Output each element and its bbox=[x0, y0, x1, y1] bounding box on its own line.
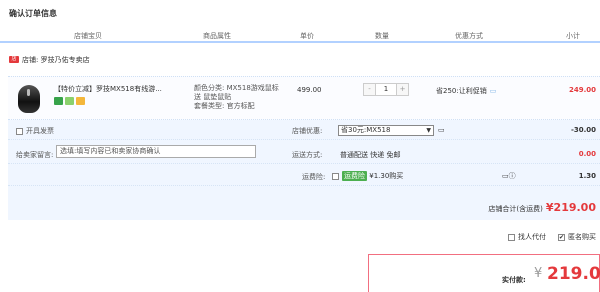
shipping-label: 运送方式: bbox=[292, 151, 323, 159]
message-input[interactable]: 选填:填写内容已和卖家协商确认 bbox=[56, 145, 256, 158]
payment-summary: 实付款: ¥ 219.00 bbox=[368, 254, 600, 292]
shop-icon: 店 bbox=[9, 56, 19, 63]
attr-color: 颜色分类: MX518游戏鼠标 送 鼠垫鼠贴 bbox=[194, 84, 279, 101]
chevron-down-icon: ▼ bbox=[426, 127, 431, 134]
insurance-row: 运费险: 运费险 ¥1.30购买 ▭ⓘ 1.30 bbox=[8, 164, 600, 186]
invoice-checkbox[interactable] bbox=[16, 127, 23, 135]
table-header: 店铺宝贝 商品属性 单价 数量 优惠方式 小计 bbox=[0, 28, 600, 43]
anonymous-option[interactable]: ✔ 匿名购买 bbox=[558, 232, 596, 242]
guarantee-icon bbox=[54, 97, 63, 105]
quantity-stepper[interactable]: - 1 + bbox=[363, 83, 409, 96]
col-attrs: 商品属性 bbox=[203, 32, 231, 40]
col-price: 单价 bbox=[300, 32, 314, 40]
discount-row: 开具发票 店铺优惠: 省30元:MX518 ▼ ▭ -30.00 bbox=[8, 120, 600, 140]
anonymous-label: 匿名购买 bbox=[568, 233, 596, 241]
col-subtotal: 小计 bbox=[566, 32, 580, 40]
insurance-price: ¥1.30购买 bbox=[369, 172, 404, 180]
shop-name[interactable]: 店铺: 罗技乃佑专卖店 bbox=[22, 55, 90, 65]
decrease-button[interactable]: - bbox=[364, 84, 375, 95]
shop-total-amount: ¥219.00 bbox=[545, 201, 596, 214]
product-thumbnail[interactable] bbox=[18, 85, 40, 113]
message-shipping-row: 给卖家留言: 选填:填写内容已和卖家协商确认 运送方式: 普通配送 快递 免邮 … bbox=[8, 140, 600, 164]
increase-button[interactable]: + bbox=[397, 84, 408, 95]
item-subtotal: 249.00 bbox=[568, 86, 596, 94]
insurance-checkbox[interactable] bbox=[332, 172, 339, 180]
promo-text: 省250:让利促销 ▭ bbox=[436, 86, 496, 96]
shipping-amount: 0.00 bbox=[578, 150, 596, 158]
discount-selected: 省30元:MX518 bbox=[341, 126, 391, 134]
quantity-input[interactable]: 1 bbox=[375, 84, 397, 95]
info-icon[interactable]: ▭ⓘ bbox=[502, 171, 516, 181]
promo-label: 省250:让利促销 bbox=[436, 87, 487, 95]
invoice-label: 开具发票 bbox=[26, 127, 54, 135]
shop-row: 店 店铺: 罗技乃佑专卖店 bbox=[9, 54, 90, 65]
item-row: 【特价立减】罗技MX518有线游... 颜色分类: MX518游戏鼠标 送 鼠垫… bbox=[8, 76, 600, 120]
insurance-label: 运费险: bbox=[302, 173, 326, 181]
proxy-pay-option[interactable]: 找人代付 bbox=[508, 232, 546, 242]
pay-label: 实付款: bbox=[502, 276, 526, 284]
product-badges bbox=[54, 97, 85, 105]
col-item: 店铺宝贝 bbox=[74, 32, 102, 40]
chat-icon[interactable]: ▭ bbox=[438, 126, 445, 134]
insurance-option[interactable]: 运费险 ¥1.30购买 bbox=[332, 171, 403, 181]
page-title: 确认订单信息 bbox=[9, 9, 57, 18]
proxy-pay-checkbox[interactable] bbox=[508, 233, 515, 241]
shop-discount-select[interactable]: 省30元:MX518 ▼ bbox=[338, 125, 434, 136]
pay-amount: 219.00 bbox=[547, 264, 600, 284]
proxy-pay-label: 找人代付 bbox=[518, 233, 546, 241]
anonymous-checkbox[interactable]: ✔ bbox=[558, 233, 565, 241]
insurance-badge: 运费险 bbox=[342, 171, 367, 181]
chat-icon[interactable]: ▭ bbox=[490, 87, 497, 95]
authentic-icon bbox=[65, 97, 74, 105]
shop-total-label: 店铺合计(含运费) bbox=[488, 205, 543, 213]
shop-total: 店铺合计(含运费) ¥219.00 bbox=[488, 201, 596, 214]
shop-discount-label: 店铺优惠: bbox=[292, 127, 323, 135]
message-label: 给卖家留言: bbox=[16, 151, 54, 159]
pay-currency: ¥ bbox=[534, 266, 543, 281]
credit-card-icon bbox=[76, 97, 85, 105]
insurance-amount: 1.30 bbox=[578, 172, 596, 180]
col-qty: 数量 bbox=[375, 32, 389, 40]
invoice-option[interactable]: 开具发票 bbox=[16, 126, 54, 136]
purchase-options: 找人代付 ✔ 匿名购买 bbox=[508, 232, 596, 242]
unit-price: 499.00 bbox=[297, 86, 322, 94]
product-name[interactable]: 【特价立减】罗技MX518有线游... bbox=[54, 85, 166, 94]
attr-package: 套餐类型: 官方标配 bbox=[194, 102, 255, 110]
discount-amount: -30.00 bbox=[570, 126, 596, 134]
product-attributes: 颜色分类: MX518游戏鼠标 送 鼠垫鼠贴 套餐类型: 官方标配 bbox=[194, 84, 284, 111]
col-promo: 优惠方式 bbox=[455, 32, 483, 40]
shipping-value: 普通配送 快递 免邮 bbox=[340, 151, 401, 159]
